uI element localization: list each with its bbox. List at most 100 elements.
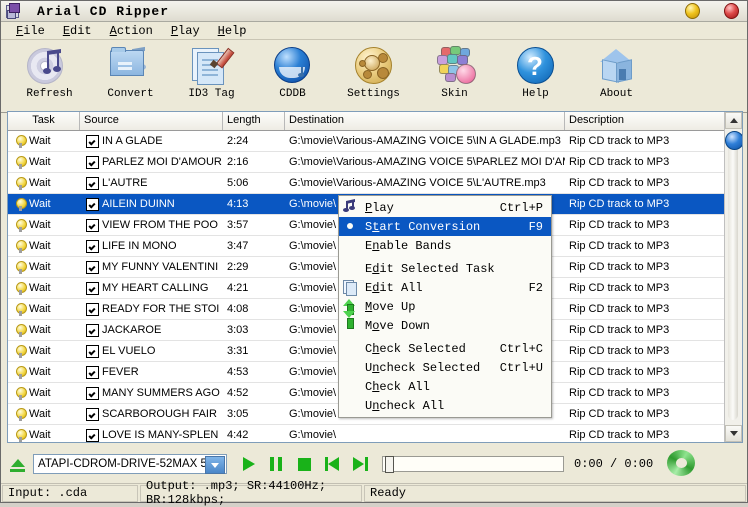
row-checkbox[interactable] xyxy=(86,407,99,421)
menu-play[interactable]: Play xyxy=(162,23,209,39)
recycle-logo-icon[interactable] xyxy=(667,450,697,478)
table-row[interactable]: Wait PARLEZ MOI D'AMOUR 2:16 G:\movie\Vario… xyxy=(8,152,742,173)
toolbar-about-label: About xyxy=(599,88,633,100)
cell-task: Wait xyxy=(8,428,80,442)
context-menu-item-label: Play xyxy=(365,200,394,215)
cell-description: Rip CD track to MP3 xyxy=(569,345,670,357)
toolbar-about[interactable]: About xyxy=(576,40,657,114)
context-menu-item[interactable]: Uncheck Selected Ctrl+U xyxy=(339,358,551,377)
stop-button[interactable] xyxy=(297,457,312,472)
cell-task-label: Wait xyxy=(29,282,51,294)
toolbar-convert[interactable]: Convert xyxy=(90,40,171,114)
cell-source-label: LOVE IS MANY-SPLEN xyxy=(102,429,219,441)
context-menu-item[interactable]: Move Down xyxy=(339,311,551,335)
table-row[interactable]: Wait IN A GLADE 2:24 G:\movie\Various-AMAZI… xyxy=(8,131,742,152)
scroll-up-button[interactable] xyxy=(725,112,742,129)
toolbar-help-label: Help xyxy=(522,88,549,100)
row-checkbox[interactable] xyxy=(86,323,99,337)
scroll-down-button[interactable] xyxy=(725,425,742,442)
context-menu-item[interactable]: Enable Bands xyxy=(339,236,551,255)
cell-task: Wait xyxy=(8,323,80,337)
context-menu-item[interactable]: Play Ctrl+P xyxy=(339,198,551,217)
cell-description: Rip CD track to MP3 xyxy=(569,324,670,336)
context-menu-item[interactable]: Uncheck All xyxy=(339,396,551,415)
row-checkbox[interactable] xyxy=(86,302,99,316)
toolbar-cddb[interactable]: CDDB xyxy=(252,40,333,114)
gears-icon xyxy=(351,44,397,86)
context-menu-item[interactable]: Move Up xyxy=(339,297,551,316)
row-checkbox[interactable] xyxy=(86,176,99,190)
status-bulb-icon xyxy=(16,407,27,421)
context-menu-item[interactable]: Start Conversion F9 xyxy=(339,217,551,236)
row-checkbox[interactable] xyxy=(86,155,99,169)
toolbar-settings[interactable]: Settings xyxy=(333,40,414,114)
row-checkbox[interactable] xyxy=(86,428,99,442)
drive-selector[interactable]: ATAPI-CDROM-DRIVE-52MAX 52BE xyxy=(33,454,227,474)
seek-slider[interactable] xyxy=(382,456,564,473)
menu-help[interactable]: Help xyxy=(209,23,256,39)
chevron-down-icon[interactable] xyxy=(205,456,225,474)
menu-action[interactable]: Action xyxy=(101,23,162,39)
cell-source: SCARBOROUGH FAIR xyxy=(80,407,223,421)
vertical-scrollbar[interactable] xyxy=(724,112,742,442)
eject-icon[interactable] xyxy=(9,456,27,472)
cell-description: Rip CD track to MP3 xyxy=(569,366,670,378)
menu-edit[interactable]: Edit xyxy=(54,23,101,39)
row-checkbox[interactable] xyxy=(86,134,99,148)
toolbar-help[interactable]: ? Help xyxy=(495,40,576,114)
row-checkbox[interactable] xyxy=(86,365,99,379)
cell-source-label: VIEW FROM THE POO xyxy=(102,219,218,231)
column-header-description[interactable]: Description xyxy=(565,112,727,130)
cell-task: Wait xyxy=(8,197,80,211)
menu-file[interactable]: File xyxy=(7,23,54,39)
column-header-destination[interactable]: Destination xyxy=(285,112,565,130)
row-checkbox[interactable] xyxy=(86,260,99,274)
cell-destination: G:\movie\ xyxy=(289,429,337,441)
cell-destination: G:\movie\Various-AMAZING VOICE 5\IN A GL… xyxy=(289,135,561,147)
column-header-length[interactable]: Length xyxy=(223,112,285,130)
scrollbar-thumb[interactable] xyxy=(725,131,742,150)
question-mark-icon: ? xyxy=(513,44,559,86)
next-button[interactable] xyxy=(353,456,368,472)
playback-time: 0:00 / 0:00 xyxy=(574,457,654,471)
cell-task-label: Wait xyxy=(29,261,51,273)
row-checkbox[interactable] xyxy=(86,386,99,400)
scrollbar-track[interactable] xyxy=(728,132,738,420)
row-checkbox[interactable] xyxy=(86,239,99,253)
column-header-source[interactable]: Source xyxy=(80,112,223,130)
column-header-task[interactable]: Task xyxy=(8,112,80,130)
close-button[interactable] xyxy=(724,3,739,19)
row-checkbox[interactable] xyxy=(86,281,99,295)
row-checkbox[interactable] xyxy=(86,197,99,211)
cell-destination: G:\movie\Various-AMAZING VOICE 5\PARLEZ … xyxy=(289,156,565,168)
cell-task: Wait xyxy=(8,281,80,295)
minimize-button[interactable] xyxy=(685,3,700,19)
cell-source: MY FUNNY VALENTINI xyxy=(80,260,223,274)
row-checkbox[interactable] xyxy=(86,344,99,358)
cell-task: Wait xyxy=(8,176,80,190)
status-output: Output: .mp3; SR:44100Hz; BR:128kbps; xyxy=(140,479,362,507)
table-row[interactable]: Wait LOVE IS MANY-SPLEN 4:42 G:\movie\ Rip C… xyxy=(8,425,742,442)
toolbar-refresh[interactable]: Refresh xyxy=(9,40,90,114)
status-bulb-icon xyxy=(16,323,27,337)
cell-description: Rip CD track to MP3 xyxy=(569,177,670,189)
play-button[interactable] xyxy=(241,456,256,472)
cell-source: EL VUELO xyxy=(80,344,223,358)
pause-button[interactable] xyxy=(269,456,284,472)
previous-button[interactable] xyxy=(325,456,340,472)
cell-source: MY HEART CALLING xyxy=(80,281,223,295)
table-row[interactable]: Wait L'AUTRE 5:06 G:\movie\Various-AMAZING … xyxy=(8,173,742,194)
row-checkbox[interactable] xyxy=(86,218,99,232)
status-bulb-icon xyxy=(16,344,27,358)
context-menu-item-label: Start Conversion xyxy=(365,219,481,234)
seek-slider-handle[interactable] xyxy=(385,456,394,473)
context-menu-item[interactable]: Check Selected Ctrl+C xyxy=(339,339,551,358)
toolbar-skin[interactable]: Skin xyxy=(414,40,495,114)
cell-task: Wait xyxy=(8,407,80,421)
status-bulb-icon xyxy=(16,365,27,379)
context-menu-item[interactable]: Edit Selected Task xyxy=(339,259,551,278)
folder-music-icon xyxy=(108,44,154,86)
toolbar-id3tag[interactable]: ID3 Tag xyxy=(171,40,252,114)
context-menu-item[interactable]: Edit All F2 xyxy=(339,278,551,297)
context-menu-item[interactable]: Check All xyxy=(339,377,551,396)
